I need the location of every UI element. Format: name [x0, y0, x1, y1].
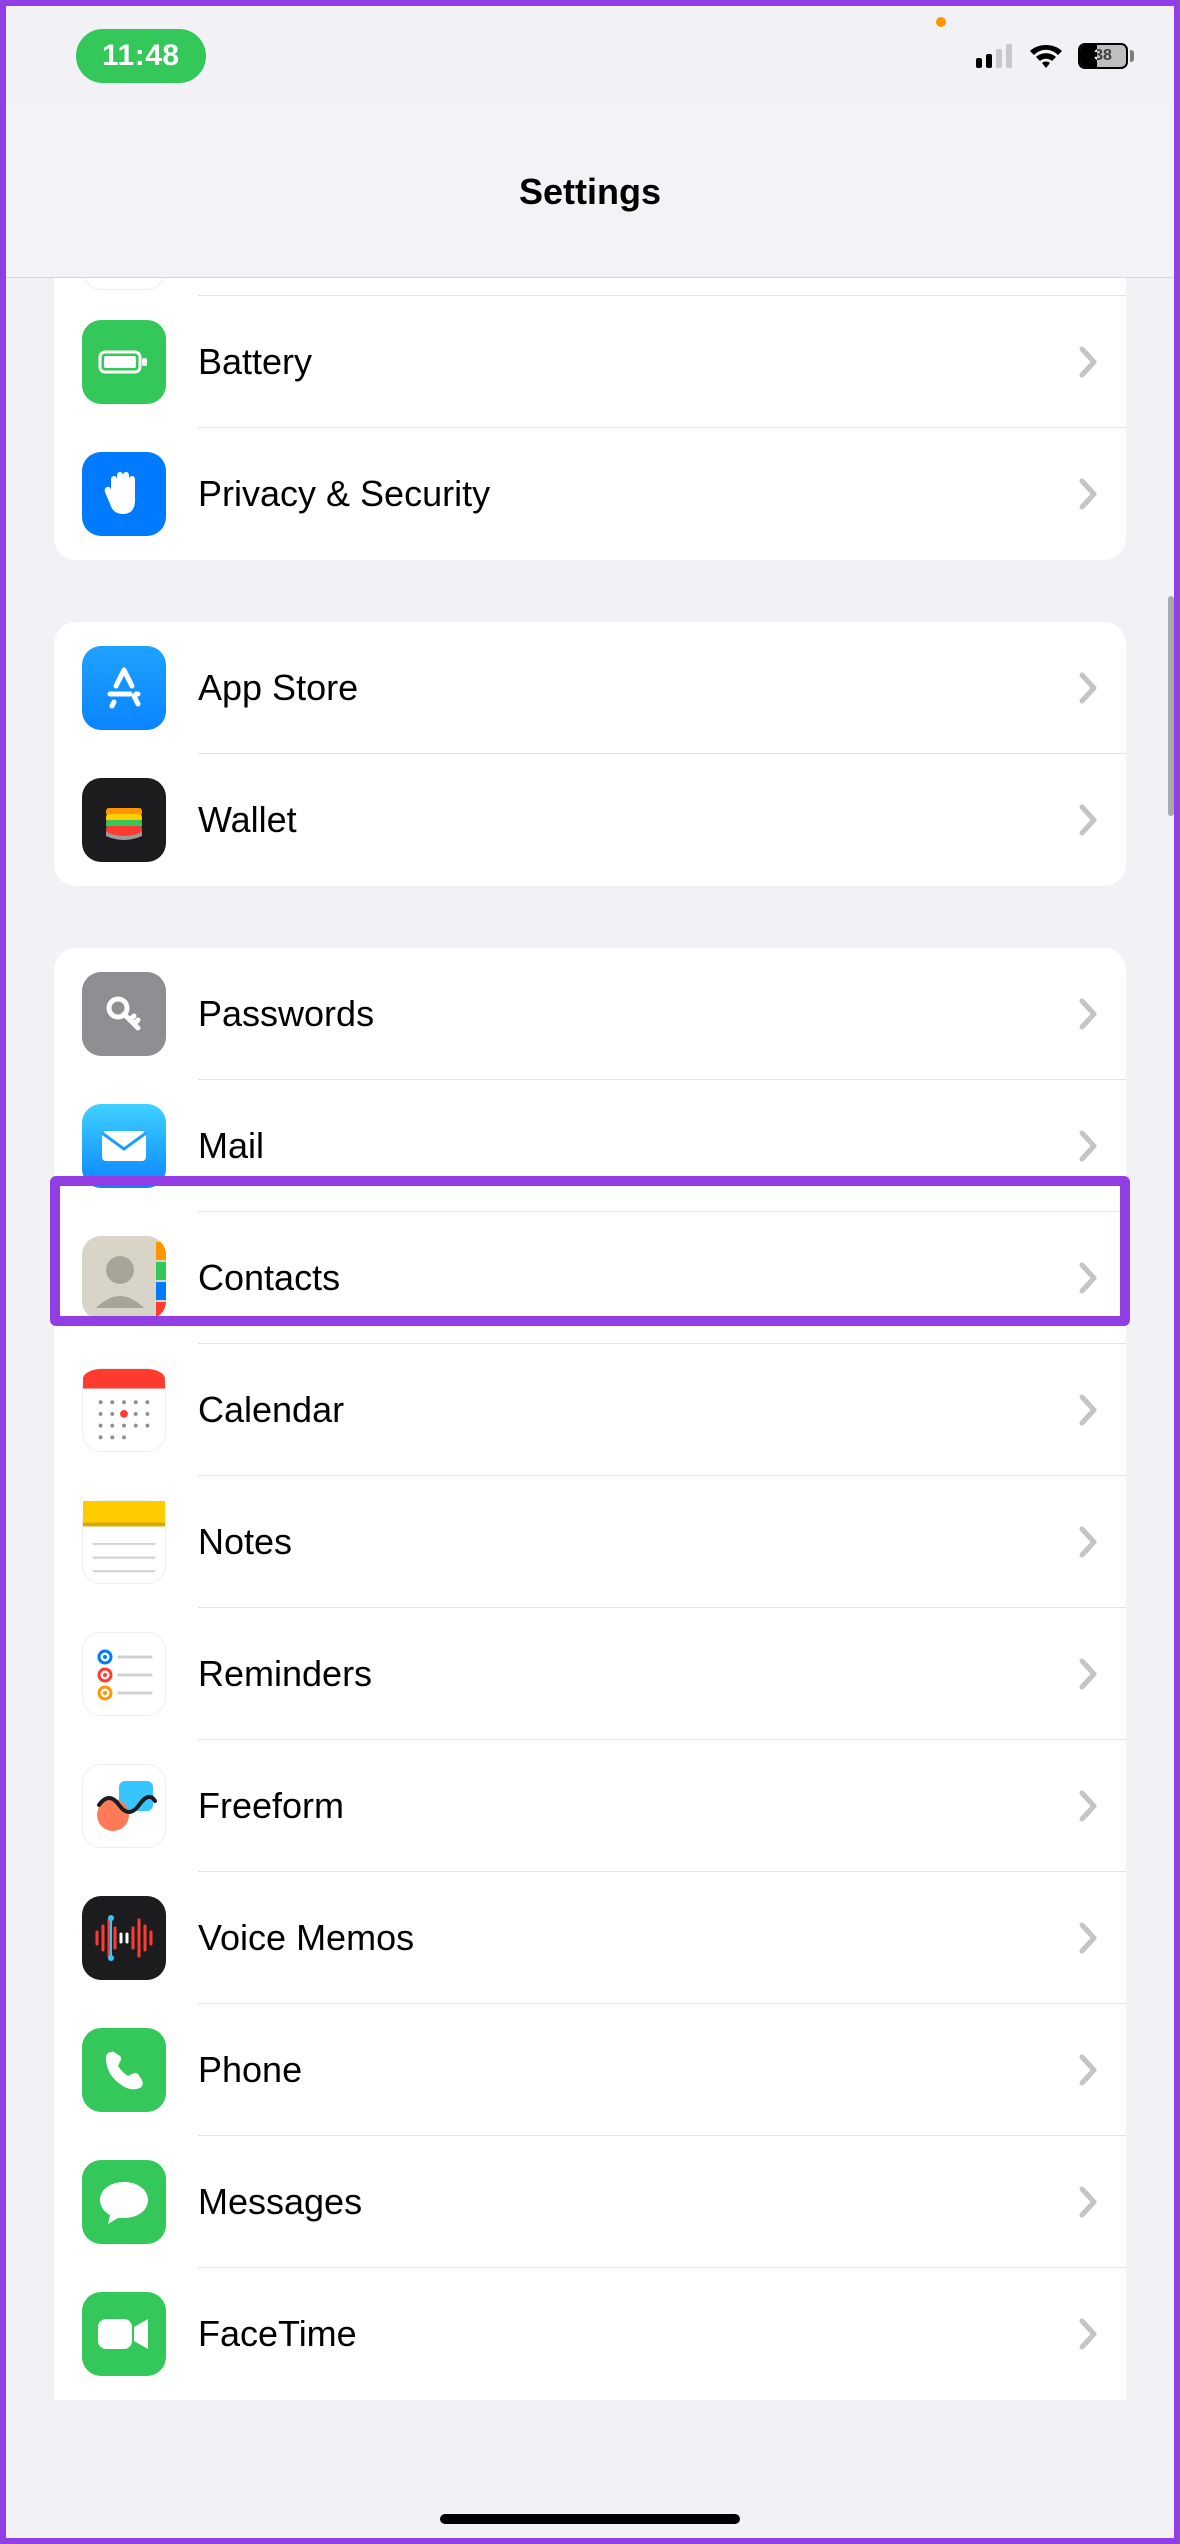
settings-row-messages[interactable]: Messages	[54, 2136, 1126, 2268]
settings-row-passwords[interactable]: Passwords	[54, 948, 1126, 1080]
chevron-right-icon	[1078, 1657, 1098, 1691]
page-title: Settings	[519, 171, 661, 213]
chevron-right-icon	[1078, 1789, 1098, 1823]
chevron-right-icon	[1078, 1921, 1098, 1955]
cutoff-icon	[82, 278, 166, 290]
battery-icon: 38	[1078, 43, 1134, 69]
settings-row-phone[interactable]: Phone	[54, 2004, 1126, 2136]
phone-icon	[82, 2028, 166, 2112]
recording-indicator-dot	[936, 17, 946, 27]
row-label: Contacts	[166, 1257, 1078, 1299]
row-label: Voice Memos	[166, 1917, 1078, 1959]
chevron-right-icon	[1078, 477, 1098, 511]
chevron-right-icon	[1078, 997, 1098, 1031]
key-icon	[82, 972, 166, 1056]
settings-row-mail[interactable]: Mail	[54, 1080, 1126, 1212]
settings-list[interactable]: Battery Privacy & Security	[6, 278, 1174, 2538]
status-bar: 11:48	[6, 6, 1174, 106]
row-label: Notes	[166, 1521, 1078, 1563]
row-label: Wallet	[166, 799, 1078, 841]
settings-row-facetime[interactable]: FaceTime	[54, 2268, 1126, 2400]
status-right: 38	[976, 43, 1134, 69]
row-label: Battery	[166, 341, 1078, 383]
cellular-signal-icon	[976, 44, 1014, 68]
wifi-icon	[1028, 43, 1064, 69]
chevron-right-icon	[1078, 1393, 1098, 1427]
settings-row-freeform[interactable]: Freeform	[54, 1740, 1126, 1872]
settings-row-notes[interactable]: Notes	[54, 1476, 1126, 1608]
appstore-icon	[82, 646, 166, 730]
chevron-right-icon	[1078, 1525, 1098, 1559]
row-label: Messages	[166, 2181, 1078, 2223]
contacts-icon	[82, 1236, 166, 1320]
row-label: Freeform	[166, 1785, 1078, 1827]
home-indicator[interactable]	[440, 2514, 740, 2524]
wallet-icon	[82, 778, 166, 862]
row-label: Passwords	[166, 993, 1078, 1035]
row-label: Privacy & Security	[166, 473, 1078, 515]
settings-group-system2: Battery Privacy & Security	[54, 278, 1126, 560]
voicememos-icon	[82, 1896, 166, 1980]
battery-icon	[82, 320, 166, 404]
facetime-icon	[82, 2292, 166, 2376]
chevron-right-icon	[1078, 1261, 1098, 1295]
row-label: Phone	[166, 2049, 1078, 2091]
settings-row-contacts[interactable]: Contacts	[54, 1212, 1126, 1344]
row-label: App Store	[166, 667, 1078, 709]
chevron-right-icon	[1078, 1129, 1098, 1163]
calendar-icon	[82, 1368, 166, 1452]
scroll-indicator[interactable]	[1168, 596, 1174, 816]
chevron-right-icon	[1078, 345, 1098, 379]
messages-icon	[82, 2160, 166, 2244]
notes-icon	[82, 1500, 166, 1584]
settings-row-appstore[interactable]: App Store	[54, 622, 1126, 754]
row-label: FaceTime	[166, 2313, 1078, 2355]
row-label: Calendar	[166, 1389, 1078, 1431]
settings-row-reminders[interactable]: Reminders	[54, 1608, 1126, 1740]
reminders-icon	[82, 1632, 166, 1716]
settings-row-battery[interactable]: Battery	[54, 296, 1126, 428]
chevron-right-icon	[1078, 803, 1098, 837]
row-label: Mail	[166, 1125, 1078, 1167]
status-time: 11:48	[102, 39, 180, 73]
settings-row-voicememos[interactable]: Voice Memos	[54, 1872, 1126, 2004]
row-label: Reminders	[166, 1653, 1078, 1695]
freeform-icon	[82, 1764, 166, 1848]
hand-icon	[82, 452, 166, 536]
status-time-pill[interactable]: 11:48	[76, 29, 206, 83]
settings-group-store: App Store	[54, 622, 1126, 886]
phone-screen: 11:48	[6, 6, 1174, 2538]
envelope-icon	[82, 1104, 166, 1188]
chevron-right-icon	[1078, 671, 1098, 705]
chevron-right-icon	[1078, 2317, 1098, 2351]
chevron-right-icon	[1078, 2185, 1098, 2219]
settings-row-privacy[interactable]: Privacy & Security	[54, 428, 1126, 560]
settings-row-cutoff[interactable]	[54, 278, 1126, 296]
settings-row-wallet[interactable]: Wallet	[54, 754, 1126, 886]
settings-row-calendar[interactable]: Calendar	[54, 1344, 1126, 1476]
settings-group-apps: Passwords Mail	[54, 948, 1126, 2400]
nav-header: Settings	[6, 106, 1174, 278]
chevron-right-icon	[1078, 2053, 1098, 2087]
battery-percent: 38	[1094, 47, 1112, 65]
